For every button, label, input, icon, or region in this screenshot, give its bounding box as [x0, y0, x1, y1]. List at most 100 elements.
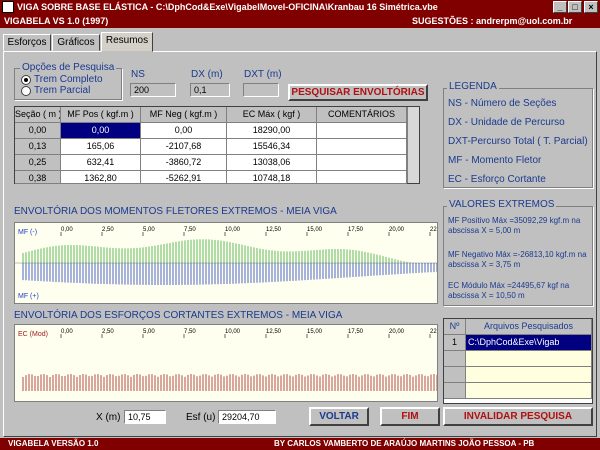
table-cell[interactable]: 0,38 [15, 171, 61, 184]
app-icon [2, 1, 14, 13]
table-cell[interactable]: 0,25 [15, 155, 61, 171]
esf-field[interactable]: 29204,70 [218, 410, 276, 424]
app-version: VIGABELA VS 1.0 (1997) [4, 16, 109, 26]
legend-item: MF - Momento Fletor [448, 155, 542, 166]
legend-item: NS - Número de Seções [448, 98, 557, 109]
shear-chart-title: ENVOLTÓRIA DOS ESFORÇOS CORTANTES EXTREM… [14, 310, 343, 321]
moment-chart-title: ENVOLTÓRIA DOS MOMENTOS FLETORES EXTREMO… [14, 206, 337, 217]
files-row-n[interactable]: 1 [444, 335, 466, 351]
dx-field[interactable]: 0,1 [190, 83, 230, 97]
shear-tick-label: 0,00 [61, 329, 73, 335]
shear-tick-label: 2,50 [102, 329, 114, 335]
results-table[interactable]: Seção ( m ) MF Pos ( kgf.m ) MF Neg ( kg… [14, 106, 420, 184]
table-cell[interactable]: 15546,34 [227, 139, 317, 155]
table-cell[interactable]: 10748,18 [227, 171, 317, 184]
maximize-button[interactable]: □ [568, 1, 582, 13]
table-cell[interactable]: 0,00 [141, 123, 227, 139]
shear-chart-svg: 0,00 2,50 5,00 7,50 10,00 12,50 15,00 17,50 20,0… [22, 329, 446, 391]
table-cell[interactable] [317, 139, 407, 155]
fim-button[interactable]: FIM [380, 407, 440, 426]
x-field[interactable]: 10,75 [124, 410, 166, 424]
dx-label: DX (m) [191, 69, 223, 80]
shear-tick-label: 17,50 [348, 329, 364, 335]
legend-title: LEGENDA [447, 81, 499, 92]
x-label: X (m) [96, 412, 121, 423]
invalidate-search-button[interactable]: INVALIDAR PESQUISA [443, 407, 593, 426]
search-envelopes-button[interactable]: PESQUISAR ENVOLTÓRIAS [288, 84, 428, 101]
header-strip: VIGABELA VS 1.0 (1997) SUGESTÕES : andre… [0, 14, 600, 28]
col-header-ec-max[interactable]: EC Máx ( kgf ) [227, 107, 317, 123]
search-options-label: Opções de Pesquisa [20, 62, 117, 73]
suggestions-text: SUGESTÕES : andrerpm@uol.com.br [412, 16, 573, 26]
col-header-mf-pos[interactable]: MF Pos ( kgf.m ) [61, 107, 141, 123]
tab-graficos[interactable]: Gráficos [52, 34, 100, 51]
voltar-button[interactable]: VOLTAR [309, 407, 369, 426]
table-cell[interactable]: 165,06 [61, 139, 141, 155]
status-version: VIGABELA VERSÃO 1.0 [8, 439, 99, 448]
shear-tick-label: 20,00 [389, 329, 405, 335]
table-cell[interactable]: 0,00 [15, 123, 61, 139]
moment-tick-label: 10,00 [225, 227, 241, 233]
legend-item: DX - Unidade de Percurso [448, 117, 565, 128]
table-cell[interactable]: -5262,91 [141, 171, 227, 184]
mf-positive-max: MF Positivo Máx =35092,29 kgf.m na absci… [448, 216, 581, 235]
dxt-label: DXT (m) [244, 69, 282, 80]
ns-label: NS [131, 69, 145, 80]
radio-trem-parcial[interactable] [21, 86, 31, 96]
tab-resumos[interactable]: Resumos [101, 32, 153, 52]
table-cell[interactable]: 1362,80 [61, 171, 141, 184]
shear-label: EC (Mod) [18, 331, 48, 338]
moment-tick-label: 20,00 [389, 227, 405, 233]
shear-chart: 0,00 2,50 5,00 7,50 10,00 12,50 15,00 17,50 20,0… [14, 324, 446, 402]
radio-trem-completo[interactable] [21, 75, 31, 85]
table-cell[interactable]: 18290,00 [227, 123, 317, 139]
ns-field[interactable]: 200 [130, 83, 176, 97]
files-col-n[interactable]: Nº [444, 319, 466, 335]
table-cell[interactable]: -2107,68 [141, 139, 227, 155]
files-grid[interactable]: Nº Arquivos Pesquisados 1 C:\DphCod&Exe\… [443, 318, 593, 404]
shear-tick-label: 15,00 [307, 329, 323, 335]
shear-tick-label: 10,00 [225, 329, 241, 335]
dxt-field[interactable] [243, 83, 279, 97]
table-cell[interactable]: -3860,72 [141, 155, 227, 171]
col-header-mf-neg[interactable]: MF Neg ( kgf.m ) [141, 107, 227, 123]
title-bar: VIGA SOBRE BASE ELÁSTICA - C:\DphCod&Exe… [0, 0, 600, 14]
col-header-secao[interactable]: Seção ( m ) [15, 107, 61, 123]
files-row-empty[interactable] [444, 351, 466, 367]
files-col-name[interactable]: Arquivos Pesquisados [466, 319, 592, 335]
table-cell[interactable] [317, 155, 407, 171]
files-row-empty[interactable] [466, 383, 592, 399]
col-header-comentarios[interactable]: COMENTÁRIOS [317, 107, 407, 123]
minimize-button[interactable]: _ [553, 1, 567, 13]
moment-tick-label: 15,00 [307, 227, 323, 233]
extremes-title: VALORES EXTREMOS [447, 199, 557, 210]
files-row-name[interactable]: C:\DphCod&Exe\Vigab [466, 335, 592, 351]
table-cell[interactable]: 0,13 [15, 139, 61, 155]
files-row-empty[interactable] [444, 367, 466, 383]
table-cell-selected[interactable]: 0,00 [61, 123, 141, 139]
window-title: VIGA SOBRE BASE ELÁSTICA - C:\DphCod&Exe… [17, 2, 438, 12]
status-bar: VIGABELA VERSÃO 1.0 BY CARLOS VAMBERTO D… [0, 438, 600, 450]
table-scrollbar[interactable] [407, 107, 419, 183]
table-cell[interactable] [317, 123, 407, 139]
status-author: BY CARLOS VAMBERTO DE ARAÚJO MARTINS JOÃ… [274, 439, 535, 448]
table-cell[interactable]: 632,41 [61, 155, 141, 171]
moment-top-label: MF (-) [18, 229, 38, 236]
moment-tick-label: 12,50 [266, 227, 282, 233]
moment-chart-svg: 0,00 2,50 5,00 7,50 10,00 12,50 15,00 17,50 20,0… [15, 227, 446, 285]
moment-tick-label: 7,50 [184, 227, 196, 233]
radio-trem-completo-label: Trem Completo [34, 74, 103, 85]
table-cell[interactable] [317, 171, 407, 184]
moment-tick-label: 17,50 [348, 227, 364, 233]
legend-item: DXT-Percurso Total ( T. Parcial) [448, 136, 588, 147]
close-button[interactable]: × [584, 1, 598, 13]
radio-trem-parcial-label: Trem Parcial [34, 85, 91, 96]
files-row-empty[interactable] [466, 351, 592, 367]
shear-tick-label: 7,50 [184, 329, 196, 335]
files-row-empty[interactable] [466, 367, 592, 383]
table-cell[interactable]: 13038,06 [227, 155, 317, 171]
tab-esforcos[interactable]: Esforços [3, 34, 51, 51]
legend-item: EC - Esforço Cortante [448, 174, 546, 185]
moment-tick-label: 5,00 [143, 227, 155, 233]
files-row-empty[interactable] [444, 383, 466, 399]
